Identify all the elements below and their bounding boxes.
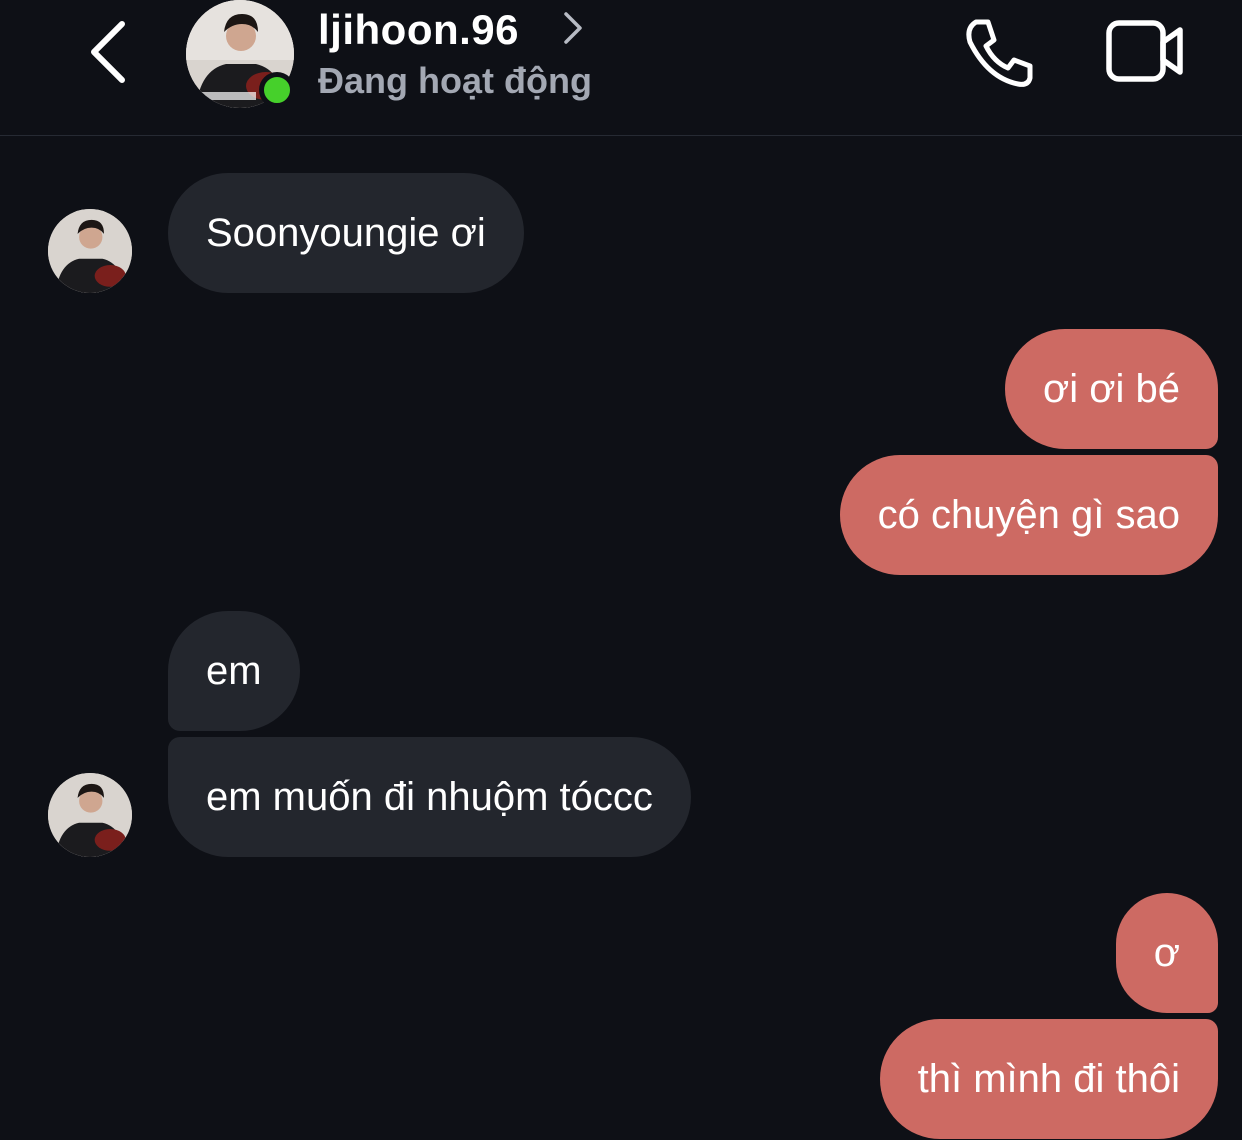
sender-avatar[interactable] bbox=[48, 209, 132, 293]
outgoing-message[interactable]: ơ bbox=[1115, 893, 1218, 1013]
chat-header: ljihoon.96 Đang hoạt động bbox=[0, 0, 1242, 136]
outgoing-message[interactable]: ơi ơi bé bbox=[1005, 329, 1218, 449]
sender-avatar[interactable] bbox=[48, 773, 132, 857]
profile-photo bbox=[48, 209, 132, 293]
incoming-message[interactable]: Soonyoungie ơi bbox=[168, 173, 524, 293]
incoming-message[interactable]: em muốn đi nhuộm tóccc bbox=[168, 737, 691, 857]
contact-username[interactable]: ljihoon.96 bbox=[318, 6, 519, 54]
video-camera-icon bbox=[1106, 20, 1183, 82]
incoming-message[interactable]: em bbox=[168, 611, 300, 731]
audio-call-button[interactable] bbox=[958, 14, 1038, 90]
outgoing-message[interactable]: thì mình đi thôi bbox=[879, 1019, 1218, 1139]
back-button[interactable] bbox=[78, 14, 138, 90]
activity-status: Đang hoạt động bbox=[318, 60, 592, 101]
chevron-right-icon[interactable] bbox=[560, 10, 586, 46]
online-status-indicator bbox=[259, 72, 295, 108]
chevron-left-icon bbox=[91, 21, 125, 83]
outgoing-message[interactable]: có chuyện gì sao bbox=[839, 455, 1218, 575]
profile-photo bbox=[48, 773, 132, 857]
phone-icon bbox=[966, 19, 1033, 87]
video-call-button[interactable] bbox=[1104, 16, 1188, 86]
